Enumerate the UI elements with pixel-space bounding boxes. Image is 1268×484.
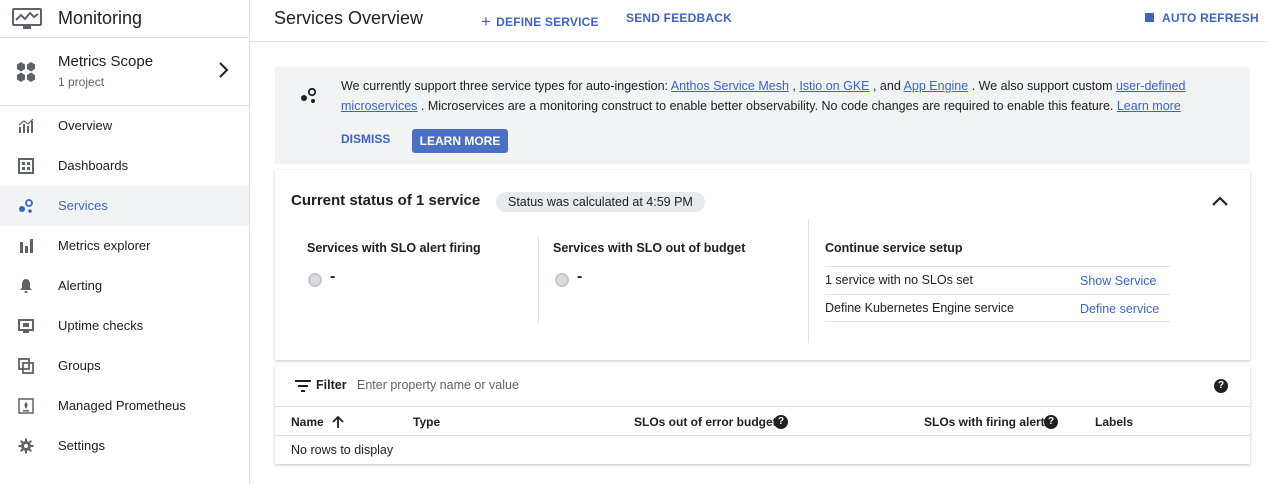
page-header: Services Overview + DEFINE SERVICE SEND F… [250,0,1268,42]
status-chip: Status was calculated at 4:59 PM [496,192,705,212]
dashboard-icon [18,158,34,174]
send-feedback-button[interactable]: SEND FEEDBACK [626,11,732,25]
sidebar-item-label: Services [58,198,108,213]
info-banner: We currently support three service types… [275,67,1250,164]
hexagon-cluster-icon [17,62,35,82]
divider [808,219,809,343]
status-dot-icon [555,273,569,287]
anthos-service-mesh-link[interactable]: Anthos Service Mesh [671,79,789,93]
table-header: Name Type SLOs out of error budget ? SLO… [275,406,1250,436]
app-header: Monitoring [0,0,250,38]
column-header-slos-firing[interactable]: SLOs with firing alert [924,415,1045,429]
services-icon [19,199,33,213]
slo-budget-value: - [577,268,583,285]
slo-budget-label: Services with SLO out of budget [553,241,746,255]
slo-alert-label: Services with SLO alert firing [307,241,481,255]
sidebar-item-label: Groups [58,358,101,373]
sidebar-item-groups[interactable]: Groups [0,346,249,386]
chevron-up-icon[interactable] [1211,194,1229,208]
column-header-name[interactable]: Name [291,415,324,429]
scope-subtitle: 1 project [58,75,105,89]
help-icon[interactable]: ? [774,415,788,429]
chevron-right-icon [219,62,229,78]
status-title: Current status of 1 service [291,192,481,209]
sidebar-item-label: Alerting [58,278,103,293]
metrics-explorer-icon [20,239,33,253]
sidebar-item-overview[interactable]: Overview [0,106,249,146]
setup-row-text: Define Kubernetes Engine service [825,301,1015,315]
services-icon [301,87,317,103]
column-header-slos-out-of-budget[interactable]: SLOs out of error budget [634,415,777,429]
sidebar-item-metrics-explorer[interactable]: Metrics explorer [0,226,249,266]
plus-icon: + [481,12,492,31]
app-engine-link[interactable]: App Engine [904,79,969,93]
sidebar-item-services[interactable]: Services [0,186,249,226]
define-service-button[interactable]: + DEFINE SERVICE [481,11,599,31]
setup-row: 1 service with no SLOs set Show Service [825,266,1170,294]
app-title: Monitoring [58,8,143,28]
sidebar-item-label: Dashboards [58,158,129,173]
prometheus-icon [18,398,34,414]
learn-more-button[interactable]: LEARN MORE [412,129,508,153]
column-header-labels[interactable]: Labels [1095,415,1133,429]
scope-title: Metrics Scope [58,53,154,70]
setup-row: Define Kubernetes Engine service Define … [825,294,1170,322]
page-title: Services Overview [274,8,424,28]
filter-label: Filter [316,378,347,392]
istio-on-gke-link[interactable]: Istio on GKE [799,79,869,93]
sidebar-item-dashboards[interactable]: Dashboards [0,146,249,186]
arrow-up-icon[interactable] [332,415,344,428]
auto-refresh-button[interactable]: AUTO REFRESH [1145,11,1259,25]
groups-icon [18,358,34,374]
slo-alert-value: - [330,268,336,285]
services-table: Filter ? Name Type SLOs out of error bud… [275,366,1250,464]
sidebar-item-label: Settings [58,438,105,453]
gear-icon [18,438,34,454]
monitor-icon [18,319,34,333]
help-icon[interactable]: ? [1044,415,1058,429]
status-dot-icon [308,273,322,287]
sidebar-item-alerting[interactable]: Alerting [0,266,249,306]
sidebar-item-uptime-checks[interactable]: Uptime checks [0,306,249,346]
sidebar-item-settings[interactable]: Settings [0,426,249,466]
metrics-scope-selector[interactable]: Metrics Scope 1 project [0,40,249,106]
divider [538,237,539,323]
dismiss-button[interactable]: DISMISS [341,132,390,146]
column-header-type[interactable]: Type [413,415,440,429]
help-icon[interactable]: ? [1214,379,1228,393]
filter-icon [295,380,311,392]
sidebar-item-label: Metrics explorer [58,238,151,253]
sidebar-item-label: Managed Prometheus [58,398,186,413]
service-status-card: Current status of 1 service Status was c… [275,170,1250,360]
stop-square-icon [1145,13,1154,22]
define-service-link[interactable]: Define service [1080,302,1159,316]
bell-icon [20,279,32,293]
setup-title: Continue service setup [825,241,963,255]
empty-table-message: No rows to display [291,443,394,457]
sidebar-item-label: Uptime checks [58,318,144,333]
setup-row-text: 1 service with no SLOs set [825,273,973,287]
show-service-link[interactable]: Show Service [1080,274,1156,288]
monitoring-logo-icon [12,8,42,29]
banner-message: We currently support three service types… [341,79,1186,113]
sidebar-item-label: Overview [58,118,113,133]
filter-input[interactable] [357,375,1177,395]
learn-more-link[interactable]: Learn more [1117,99,1181,113]
sidebar: Monitoring Metrics Scope 1 project Overv… [0,0,250,484]
sidebar-item-managed-prometheus[interactable]: Managed Prometheus [0,386,249,426]
bar-chart-icon [18,118,34,133]
